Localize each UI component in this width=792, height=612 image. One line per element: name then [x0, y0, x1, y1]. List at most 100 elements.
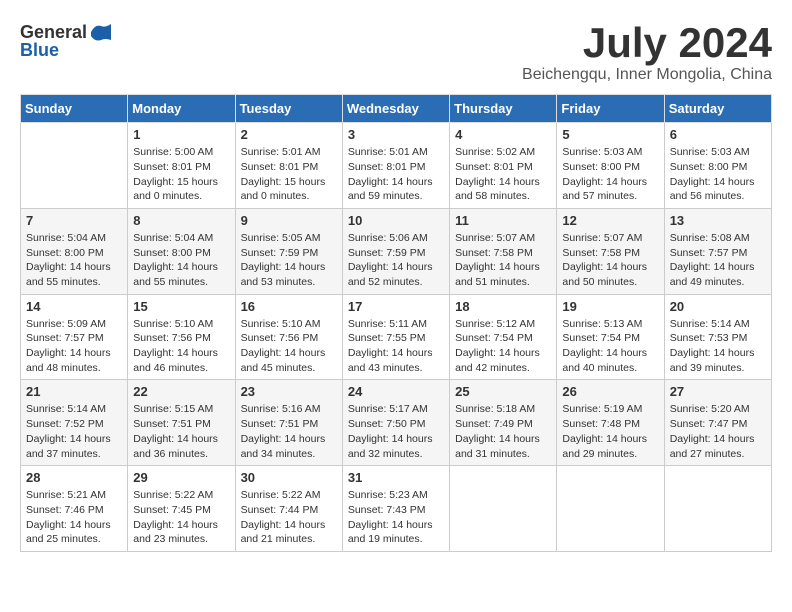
- column-header-friday: Friday: [557, 95, 664, 123]
- day-info: Sunrise: 5:00 AM Sunset: 8:01 PM Dayligh…: [133, 145, 229, 204]
- day-number: 20: [670, 299, 766, 314]
- day-number: 13: [670, 213, 766, 228]
- day-info: Sunrise: 5:03 AM Sunset: 8:00 PM Dayligh…: [670, 145, 766, 204]
- day-info: Sunrise: 5:09 AM Sunset: 7:57 PM Dayligh…: [26, 317, 122, 376]
- calendar-week-row: 28Sunrise: 5:21 AM Sunset: 7:46 PM Dayli…: [21, 466, 772, 552]
- day-info: Sunrise: 5:07 AM Sunset: 7:58 PM Dayligh…: [562, 231, 658, 290]
- logo: General Blue: [20, 20, 113, 61]
- column-header-saturday: Saturday: [664, 95, 771, 123]
- calendar-cell: 16 Sunrise: 5:10 AM Sunset: 7:56 PM Dayli…: [235, 294, 342, 380]
- day-number: 25: [455, 384, 551, 399]
- calendar-cell: 3Sunrise: 5:01 AM Sunset: 8:01 PM Daylig…: [342, 123, 449, 209]
- day-info: Sunrise: 5:20 AM Sunset: 7:47 PM Dayligh…: [670, 402, 766, 461]
- calendar-cell: 24Sunrise: 5:17 AM Sunset: 7:50 PM Dayli…: [342, 380, 449, 466]
- calendar-cell: 27Sunrise: 5:20 AM Sunset: 7:47 PM Dayli…: [664, 380, 771, 466]
- calendar-cell: 19Sunrise: 5:13 AM Sunset: 7:54 PM Dayli…: [557, 294, 664, 380]
- day-info: Sunrise: 5:04 AM Sunset: 8:00 PM Dayligh…: [26, 231, 122, 290]
- day-info: Sunrise: 5:02 AM Sunset: 8:01 PM Dayligh…: [455, 145, 551, 204]
- day-info: Sunrise: 5:06 AM Sunset: 7:59 PM Dayligh…: [348, 231, 444, 290]
- calendar-cell: 8Sunrise: 5:04 AM Sunset: 8:00 PM Daylig…: [128, 208, 235, 294]
- day-number: 2: [241, 127, 337, 142]
- day-number: 23: [241, 384, 337, 399]
- day-number: 16: [241, 299, 337, 314]
- day-info: Sunrise: 5:03 AM Sunset: 8:00 PM Dayligh…: [562, 145, 658, 204]
- day-number: 6: [670, 127, 766, 142]
- day-number: 30: [241, 470, 337, 485]
- day-number: 4: [455, 127, 551, 142]
- day-info: Sunrise: 5:05 AM Sunset: 7:59 PM Dayligh…: [241, 231, 337, 290]
- day-number: 18: [455, 299, 551, 314]
- calendar-cell: 17 Sunrise: 5:11 AM Sunset: 7:55 PM Dayli…: [342, 294, 449, 380]
- calendar-cell: 6 Sunrise: 5:03 AM Sunset: 8:00 PM Daylig…: [664, 123, 771, 209]
- day-number: 12: [562, 213, 658, 228]
- day-number: 26: [562, 384, 658, 399]
- calendar-cell: 20 Sunrise: 5:14 AM Sunset: 7:53 PM Dayli…: [664, 294, 771, 380]
- calendar-cell: 2 Sunrise: 5:01 AM Sunset: 8:01 PM Daylig…: [235, 123, 342, 209]
- day-info: Sunrise: 5:19 AM Sunset: 7:48 PM Dayligh…: [562, 402, 658, 461]
- month-title: July 2024: [522, 20, 772, 66]
- logo-icon: [89, 20, 113, 44]
- calendar-cell: 11 Sunrise: 5:07 AM Sunset: 7:58 PM Dayli…: [450, 208, 557, 294]
- calendar-cell: [664, 466, 771, 552]
- day-info: Sunrise: 5:22 AM Sunset: 7:44 PM Dayligh…: [241, 488, 337, 547]
- day-number: 24: [348, 384, 444, 399]
- calendar-cell: 21 Sunrise: 5:14 AM Sunset: 7:52 PM Dayli…: [21, 380, 128, 466]
- day-number: 10: [348, 213, 444, 228]
- day-info: Sunrise: 5:01 AM Sunset: 8:01 PM Dayligh…: [241, 145, 337, 204]
- day-info: Sunrise: 5:10 AM Sunset: 7:56 PM Dayligh…: [241, 317, 337, 376]
- day-info: Sunrise: 5:11 AM Sunset: 7:55 PM Dayligh…: [348, 317, 444, 376]
- calendar-cell: 1 Sunrise: 5:00 AM Sunset: 8:01 PM Daylig…: [128, 123, 235, 209]
- day-info: Sunrise: 5:23 AM Sunset: 7:43 PM Dayligh…: [348, 488, 444, 547]
- calendar-cell: 23 Sunrise: 5:16 AM Sunset: 7:51 PM Dayli…: [235, 380, 342, 466]
- day-info: Sunrise: 5:16 AM Sunset: 7:51 PM Dayligh…: [241, 402, 337, 461]
- day-number: 1: [133, 127, 229, 142]
- day-number: 15: [133, 299, 229, 314]
- calendar-week-row: 7 Sunrise: 5:04 AM Sunset: 8:00 PM Daylig…: [21, 208, 772, 294]
- day-info: Sunrise: 5:13 AM Sunset: 7:54 PM Dayligh…: [562, 317, 658, 376]
- calendar-cell: [557, 466, 664, 552]
- column-header-wednesday: Wednesday: [342, 95, 449, 123]
- calendar-header-row: SundayMondayTuesdayWednesdayThursdayFrid…: [21, 95, 772, 123]
- calendar-cell: [450, 466, 557, 552]
- column-header-thursday: Thursday: [450, 95, 557, 123]
- day-number: 14: [26, 299, 122, 314]
- day-number: 28: [26, 470, 122, 485]
- calendar-cell: 7 Sunrise: 5:04 AM Sunset: 8:00 PM Daylig…: [21, 208, 128, 294]
- day-number: 21: [26, 384, 122, 399]
- day-number: 17: [348, 299, 444, 314]
- column-header-sunday: Sunday: [21, 95, 128, 123]
- day-number: 7: [26, 213, 122, 228]
- calendar-cell: 13Sunrise: 5:08 AM Sunset: 7:57 PM Dayli…: [664, 208, 771, 294]
- column-header-tuesday: Tuesday: [235, 95, 342, 123]
- calendar-week-row: 1 Sunrise: 5:00 AM Sunset: 8:01 PM Daylig…: [21, 123, 772, 209]
- day-info: Sunrise: 5:07 AM Sunset: 7:58 PM Dayligh…: [455, 231, 551, 290]
- calendar-cell: 10 Sunrise: 5:06 AM Sunset: 7:59 PM Dayli…: [342, 208, 449, 294]
- day-info: Sunrise: 5:12 AM Sunset: 7:54 PM Dayligh…: [455, 317, 551, 376]
- calendar-week-row: 21 Sunrise: 5:14 AM Sunset: 7:52 PM Dayli…: [21, 380, 772, 466]
- logo-blue: Blue: [20, 40, 59, 61]
- calendar-cell: 31Sunrise: 5:23 AM Sunset: 7:43 PM Dayli…: [342, 466, 449, 552]
- calendar-table: SundayMondayTuesdayWednesdayThursdayFrid…: [20, 94, 772, 552]
- day-info: Sunrise: 5:14 AM Sunset: 7:53 PM Dayligh…: [670, 317, 766, 376]
- day-number: 29: [133, 470, 229, 485]
- day-number: 22: [133, 384, 229, 399]
- page-header: General Blue July 2024 Beichengqu, Inner…: [20, 20, 772, 84]
- calendar-cell: 4 Sunrise: 5:02 AM Sunset: 8:01 PM Daylig…: [450, 123, 557, 209]
- calendar-cell: 26 Sunrise: 5:19 AM Sunset: 7:48 PM Dayli…: [557, 380, 664, 466]
- calendar-cell: 29Sunrise: 5:22 AM Sunset: 7:45 PM Dayli…: [128, 466, 235, 552]
- day-info: Sunrise: 5:10 AM Sunset: 7:56 PM Dayligh…: [133, 317, 229, 376]
- calendar-cell: 30 Sunrise: 5:22 AM Sunset: 7:44 PM Dayli…: [235, 466, 342, 552]
- day-number: 5: [562, 127, 658, 142]
- calendar-cell: 5 Sunrise: 5:03 AM Sunset: 8:00 PM Daylig…: [557, 123, 664, 209]
- day-number: 11: [455, 213, 551, 228]
- calendar-cell: 18 Sunrise: 5:12 AM Sunset: 7:54 PM Dayli…: [450, 294, 557, 380]
- location-title: Beichengqu, Inner Mongolia, China: [522, 66, 772, 84]
- day-number: 9: [241, 213, 337, 228]
- calendar-cell: 12 Sunrise: 5:07 AM Sunset: 7:58 PM Dayli…: [557, 208, 664, 294]
- day-info: Sunrise: 5:15 AM Sunset: 7:51 PM Dayligh…: [133, 402, 229, 461]
- day-info: Sunrise: 5:01 AM Sunset: 8:01 PM Dayligh…: [348, 145, 444, 204]
- day-info: Sunrise: 5:14 AM Sunset: 7:52 PM Dayligh…: [26, 402, 122, 461]
- calendar-cell: 9 Sunrise: 5:05 AM Sunset: 7:59 PM Daylig…: [235, 208, 342, 294]
- column-header-monday: Monday: [128, 95, 235, 123]
- calendar-week-row: 14 Sunrise: 5:09 AM Sunset: 7:57 PM Dayli…: [21, 294, 772, 380]
